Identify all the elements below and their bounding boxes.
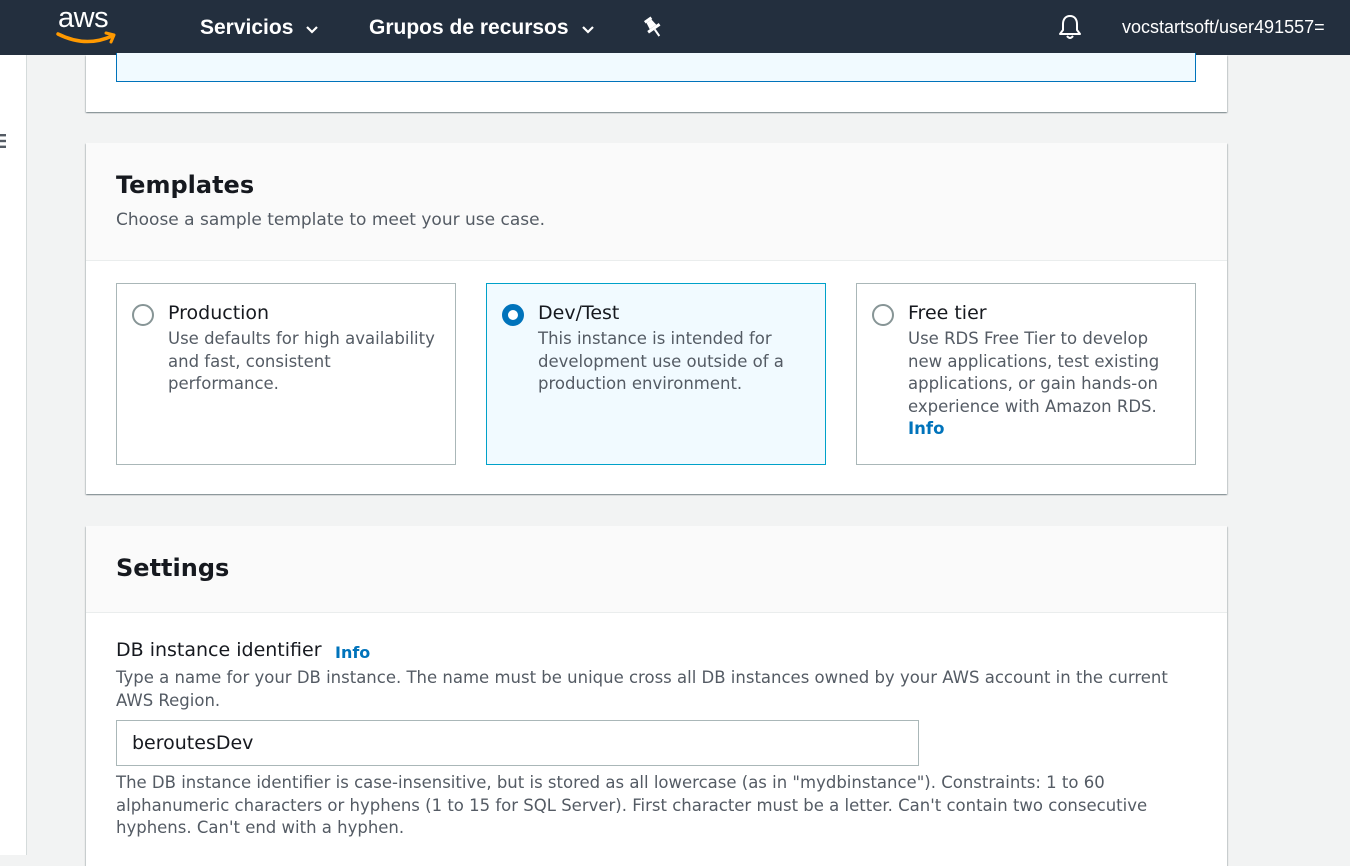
- dev-test-radio[interactable]: [502, 304, 524, 326]
- free-tier-info-link[interactable]: Info: [908, 418, 1183, 441]
- aws-logo-smile-icon: [56, 31, 116, 44]
- free-tier-description: Use RDS Free Tier to develop new applica…: [908, 329, 1160, 416]
- resource-groups-menu[interactable]: Grupos de recursos: [369, 0, 595, 55]
- aws-logo[interactable]: aws: [56, 2, 122, 48]
- settings-title: Settings: [116, 554, 230, 582]
- settings-panel: Settings DB instance identifier Info Typ…: [86, 526, 1227, 866]
- bell-icon[interactable]: [1057, 13, 1083, 41]
- free-tier-radio[interactable]: [872, 304, 894, 326]
- template-option-dev-test[interactable]: Dev/Test This instance is intended for d…: [486, 283, 826, 465]
- db-instance-identifier-constraints: The DB instance identifier is case-insen…: [116, 773, 1148, 837]
- account-menu[interactable]: vocstartsoft/user491557=: [1122, 0, 1325, 55]
- services-menu[interactable]: Servicios: [200, 0, 319, 55]
- dev-test-description: This instance is intended for developmen…: [538, 329, 784, 393]
- account-label: vocstartsoft/user491557=: [1122, 17, 1325, 37]
- templates-title: Templates: [116, 171, 255, 199]
- top-navigation-bar: aws Servicios Grupos de recursos vocstar…: [0, 0, 1350, 55]
- db-instance-identifier-description: Type a name for your DB instance. The na…: [116, 668, 1168, 710]
- settings-header: Settings: [86, 526, 1227, 613]
- free-tier-description-block: Use RDS Free Tier to develop new applica…: [908, 328, 1183, 441]
- chevron-down-icon: [306, 25, 319, 34]
- production-description: Use defaults for high availability and f…: [168, 329, 435, 393]
- side-navigation-rail: [0, 55, 27, 855]
- chevron-down-icon: [581, 25, 594, 34]
- templates-panel: Templates Choose a sample template to me…: [86, 143, 1227, 494]
- hamburger-menu-icon[interactable]: [0, 133, 9, 149]
- previous-section-panel: [86, 53, 1227, 112]
- dev-test-label: Dev/Test: [538, 302, 620, 324]
- pin-icon[interactable]: [640, 14, 666, 40]
- free-tier-label: Free tier: [908, 302, 987, 324]
- db-instance-identifier-label: DB instance identifier: [116, 639, 322, 661]
- templates-description: Choose a sample template to meet your us…: [116, 210, 545, 230]
- info-alert-box: [116, 53, 1196, 82]
- template-option-production[interactable]: Production Use defaults for high availab…: [116, 283, 456, 465]
- db-instance-identifier-info-link[interactable]: Info: [335, 643, 370, 662]
- production-radio[interactable]: [132, 304, 154, 326]
- resource-groups-menu-label: Grupos de recursos: [369, 15, 569, 39]
- template-option-free-tier[interactable]: Free tier Use RDS Free Tier to develop n…: [856, 283, 1196, 465]
- production-label: Production: [168, 302, 270, 324]
- services-menu-label: Servicios: [200, 15, 294, 39]
- templates-header: Templates Choose a sample template to me…: [86, 143, 1227, 261]
- db-instance-identifier-input[interactable]: [116, 720, 919, 766]
